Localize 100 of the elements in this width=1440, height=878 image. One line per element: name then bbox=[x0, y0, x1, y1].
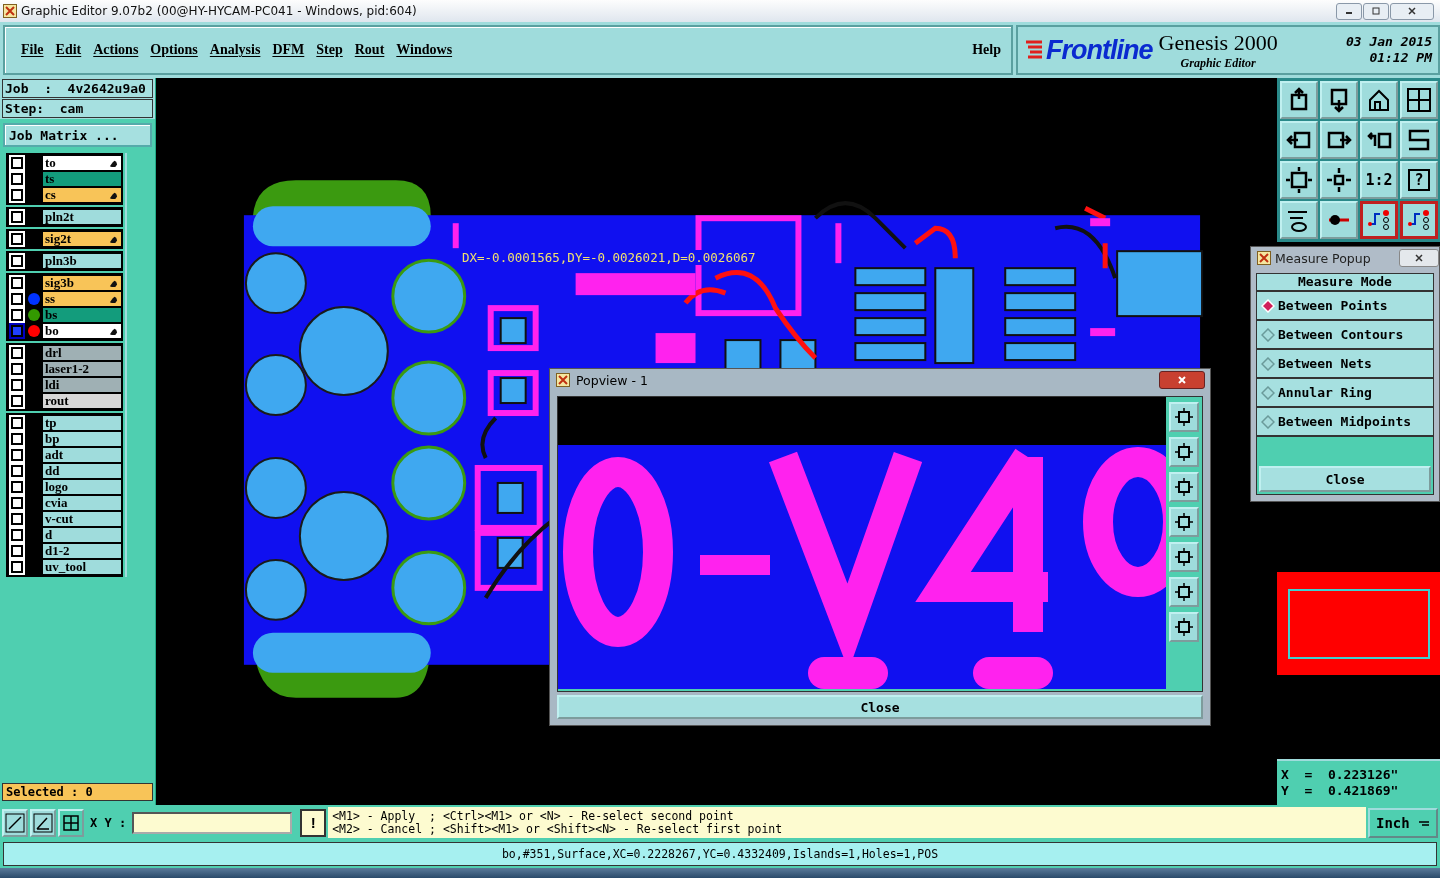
hand-icon bbox=[109, 234, 119, 244]
help-button[interactable]: ? bbox=[1400, 161, 1438, 199]
layer-checkbox[interactable] bbox=[11, 293, 23, 305]
layer-checkbox[interactable] bbox=[11, 497, 23, 509]
units-dropdown[interactable]: Inch bbox=[1368, 807, 1438, 838]
menu-item[interactable]: Actions bbox=[87, 42, 145, 58]
measure-mode-option[interactable]: Between Contours bbox=[1257, 321, 1433, 350]
layer-item[interactable]: logo bbox=[43, 480, 122, 494]
layer-item[interactable]: ts bbox=[43, 172, 122, 186]
menu-item[interactable]: Rout bbox=[348, 42, 391, 58]
layer-item[interactable]: d1-2 bbox=[43, 544, 122, 558]
xy-input-field[interactable] bbox=[132, 811, 293, 834]
radio-icon[interactable] bbox=[1261, 327, 1275, 342]
close-button[interactable] bbox=[1159, 371, 1205, 389]
measure-mode-option[interactable]: Between Points bbox=[1257, 292, 1433, 321]
layer-checkbox[interactable] bbox=[11, 255, 23, 267]
layer-item[interactable]: bo bbox=[43, 324, 122, 338]
radio-icon[interactable] bbox=[1261, 356, 1275, 371]
menu-item[interactable]: Help bbox=[966, 42, 1007, 58]
layer-checkbox[interactable] bbox=[11, 157, 23, 169]
menu-item[interactable]: Analysis bbox=[203, 42, 267, 58]
layer-checkbox[interactable] bbox=[11, 395, 23, 407]
layer-item[interactable]: bs bbox=[43, 308, 122, 322]
layer-item[interactable]: drl bbox=[43, 346, 122, 360]
layer-checkbox[interactable] bbox=[11, 545, 23, 557]
layer-checkbox[interactable] bbox=[11, 189, 23, 201]
close-button[interactable]: Close bbox=[1259, 466, 1431, 492]
layer-checkbox[interactable] bbox=[11, 347, 23, 359]
layer-item[interactable]: dd bbox=[43, 464, 122, 478]
close-icon bbox=[1407, 6, 1417, 16]
layer-item[interactable]: adt bbox=[43, 448, 122, 462]
layer-checkbox[interactable] bbox=[11, 277, 23, 289]
brand-logo: Frontline bbox=[1046, 34, 1153, 66]
app-icon bbox=[1257, 251, 1271, 265]
layer-checkbox[interactable] bbox=[11, 233, 23, 245]
toolbar-button[interactable] bbox=[1360, 201, 1398, 239]
maximize-icon bbox=[1371, 6, 1381, 16]
minimize-button[interactable] bbox=[1336, 2, 1362, 20]
layer-checkbox[interactable] bbox=[11, 173, 23, 185]
hand-icon bbox=[109, 326, 119, 336]
job-matrix-button[interactable]: Job Matrix ... bbox=[3, 123, 152, 147]
layer-item[interactable]: pln3b bbox=[43, 254, 122, 268]
radio-icon[interactable] bbox=[1261, 414, 1275, 429]
layer-checkbox[interactable] bbox=[11, 417, 23, 429]
layer-checkbox[interactable] bbox=[11, 211, 23, 223]
layer-checkbox[interactable] bbox=[11, 465, 23, 477]
layer-item[interactable]: to bbox=[43, 156, 122, 170]
xy-label: X Y : bbox=[89, 815, 128, 830]
job-name: Job : 4v2642u9a0 bbox=[2, 79, 153, 98]
close-button[interactable]: Close bbox=[557, 695, 1203, 719]
grid-icon bbox=[61, 812, 81, 833]
hint-text: <M1> - Apply ; <Ctrl><M1> or <N> - Re-select second point bbox=[332, 809, 735, 823]
menu-item[interactable]: Windows bbox=[390, 42, 459, 58]
scale-button[interactable]: 1:2 bbox=[1360, 161, 1398, 199]
app-icon bbox=[556, 373, 570, 387]
layer-checkbox[interactable] bbox=[11, 379, 23, 391]
hand-icon bbox=[109, 158, 119, 168]
layer-item[interactable]: pln2t bbox=[43, 210, 122, 224]
menu-item[interactable]: File bbox=[15, 42, 50, 58]
menu-item[interactable]: Step bbox=[310, 42, 349, 58]
measure-mode-option[interactable]: Annular Ring bbox=[1257, 379, 1433, 408]
layer-checkbox[interactable] bbox=[11, 481, 23, 493]
angle-icon bbox=[33, 812, 53, 833]
y-coordinate: Y = 0.421869" bbox=[1281, 783, 1400, 799]
layer-item[interactable]: cvia bbox=[43, 496, 122, 510]
product-subtitle: Graphic Editor bbox=[1180, 55, 1256, 71]
radio-icon[interactable] bbox=[1261, 385, 1275, 400]
menu-item[interactable]: Options bbox=[144, 42, 204, 58]
layer-item[interactable]: v-cut bbox=[43, 512, 122, 526]
layer-checkbox[interactable] bbox=[11, 363, 23, 375]
layer-item[interactable]: sig2t bbox=[43, 232, 122, 246]
layer-item[interactable]: ldi bbox=[43, 378, 122, 392]
layer-checkbox[interactable] bbox=[11, 529, 23, 541]
layer-item[interactable]: uv_tool bbox=[43, 560, 122, 574]
layer-item[interactable]: cs bbox=[43, 188, 122, 202]
layer-item[interactable]: bp bbox=[43, 432, 122, 446]
layer-checkbox[interactable] bbox=[11, 561, 23, 573]
measure-mode-option[interactable]: Between Nets bbox=[1257, 350, 1433, 379]
layer-checkbox[interactable] bbox=[11, 325, 23, 337]
layer-item[interactable]: rout bbox=[43, 394, 122, 408]
layer-checkbox[interactable] bbox=[11, 433, 23, 445]
date-text: 03 Jan 2015 bbox=[1345, 34, 1432, 50]
layer-item[interactable]: tp bbox=[43, 416, 122, 430]
layer-item[interactable]: laser1-2 bbox=[43, 362, 122, 376]
toolbar-button[interactable] bbox=[1400, 201, 1438, 239]
layer-item[interactable]: d bbox=[43, 528, 122, 542]
layer-checkbox[interactable] bbox=[11, 449, 23, 461]
layer-item[interactable]: sig3b bbox=[43, 276, 122, 290]
logo-stripes-icon bbox=[1024, 39, 1044, 61]
menu-item[interactable]: Edit bbox=[49, 42, 88, 58]
app-icon bbox=[3, 4, 17, 18]
grid-icon bbox=[1405, 86, 1433, 114]
measure-mode-option[interactable]: Between Midpoints bbox=[1257, 408, 1433, 437]
step-name: Step: cam bbox=[2, 99, 153, 118]
layer-checkbox[interactable] bbox=[11, 513, 23, 525]
layer-item[interactable]: ss bbox=[43, 292, 122, 306]
warning-button[interactable]: ! bbox=[300, 808, 327, 837]
dropdown-icon bbox=[1418, 818, 1430, 827]
menu-item[interactable]: DFM bbox=[266, 42, 311, 58]
layer-checkbox[interactable] bbox=[11, 309, 23, 321]
